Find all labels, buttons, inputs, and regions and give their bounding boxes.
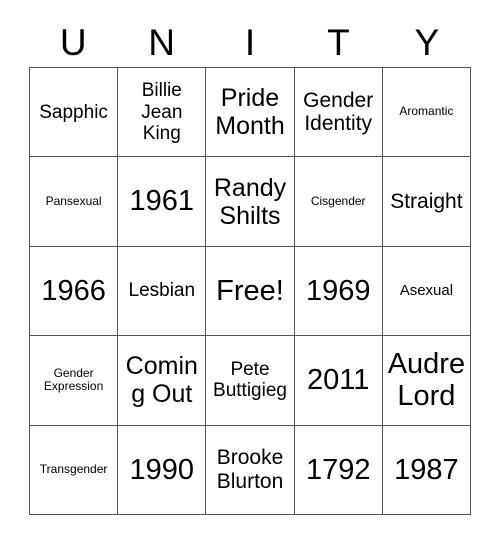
bingo-cell-label: Transgender <box>39 462 108 477</box>
bingo-header-letter-4: Y <box>414 22 440 63</box>
bingo-cell[interactable]: 1792 <box>294 425 383 515</box>
bingo-cell[interactable]: 2011 <box>294 336 383 426</box>
bingo-cell-label: Aromantic <box>399 104 454 119</box>
bingo-cell[interactable]: Sapphic <box>30 68 119 158</box>
bingo-cell[interactable]: Gender Identity <box>294 68 383 158</box>
bingo-cell[interactable]: Audre Lord <box>382 336 471 426</box>
bingo-cell[interactable]: Coming Out <box>118 336 207 426</box>
bingo-header-letter-3: T <box>327 22 350 63</box>
bingo-free-space[interactable]: Free! <box>206 246 295 337</box>
bingo-cell-label: 1987 <box>394 453 459 486</box>
bingo-cell-label: Randy Shilts <box>213 173 287 230</box>
bingo-cell-label: Pansexual <box>45 193 102 208</box>
bingo-cell-label: Asexual <box>399 281 454 299</box>
bingo-cell-label: 1990 <box>129 453 195 486</box>
bingo-cell[interactable]: Randy Shilts <box>206 157 295 247</box>
bingo-cell-label: Audre Lord <box>387 347 466 413</box>
bingo-cell[interactable]: Asexual <box>382 246 471 337</box>
bingo-cell-label: Pride Month <box>215 84 285 141</box>
bingo-cell[interactable]: Gender Expression <box>30 336 119 426</box>
bingo-cell[interactable]: Transgender <box>30 425 119 515</box>
bingo-cell-label: Sapphic <box>39 101 108 123</box>
bingo-header-letter-0: U <box>59 22 87 63</box>
bingo-header-letter-2: I <box>244 22 256 63</box>
bingo-cell[interactable]: 1990 <box>118 425 207 515</box>
bingo-cell-label: Billie Jean King <box>141 80 183 144</box>
bingo-header-letter-1: N <box>148 22 175 63</box>
bingo-cell-label: Cisgender <box>310 193 366 208</box>
bingo-cell[interactable]: Brooke Blurton <box>206 425 295 515</box>
bingo-cell-label: Lesbian <box>128 280 196 302</box>
bingo-cell[interactable]: Cisgender <box>294 157 383 247</box>
bingo-cell-label: Pete Buttigieg <box>213 359 287 402</box>
bingo-cell-label: 1969 <box>305 274 371 307</box>
bingo-cell-label: Gender Identity <box>303 88 374 136</box>
bingo-cell[interactable]: Pride Month <box>206 68 295 158</box>
bingo-cell-label: Free! <box>216 274 284 307</box>
bingo-header: UNITY <box>29 18 471 67</box>
bingo-cell-label: 1966 <box>41 274 106 307</box>
bingo-cell[interactable]: Lesbian <box>118 246 207 337</box>
bingo-cell-label: 1792 <box>305 453 371 486</box>
bingo-cell[interactable]: Pansexual <box>30 157 119 247</box>
bingo-cell-label: Gender Expression <box>43 365 104 394</box>
bingo-cell-label: Coming Out <box>125 352 198 409</box>
bingo-grid: Sapphic Billie Jean King Pride Month Gender… <box>29 67 471 515</box>
bingo-cell[interactable]: Straight <box>382 157 471 247</box>
bingo-card: U N I T Y Sapphic Billie Jean King Pride Month… <box>0 0 500 544</box>
bingo-cell[interactable]: Aromantic <box>382 68 471 158</box>
bingo-cell-label: Straight <box>390 189 463 213</box>
bingo-cell[interactable]: Billie Jean King <box>118 68 207 158</box>
bingo-cell-label: 2011 <box>307 364 370 397</box>
bingo-cell[interactable]: 1966 <box>30 246 119 337</box>
bingo-cell[interactable]: 1987 <box>382 425 471 515</box>
bingo-cell-label: Brooke Blurton <box>216 446 284 493</box>
bingo-cell-label: 1961 <box>129 185 195 218</box>
bingo-cell[interactable]: Pete Buttigieg <box>206 336 295 426</box>
bingo-cell[interactable]: 1961 <box>118 157 207 247</box>
bingo-cell[interactable]: 1969 <box>294 246 383 337</box>
